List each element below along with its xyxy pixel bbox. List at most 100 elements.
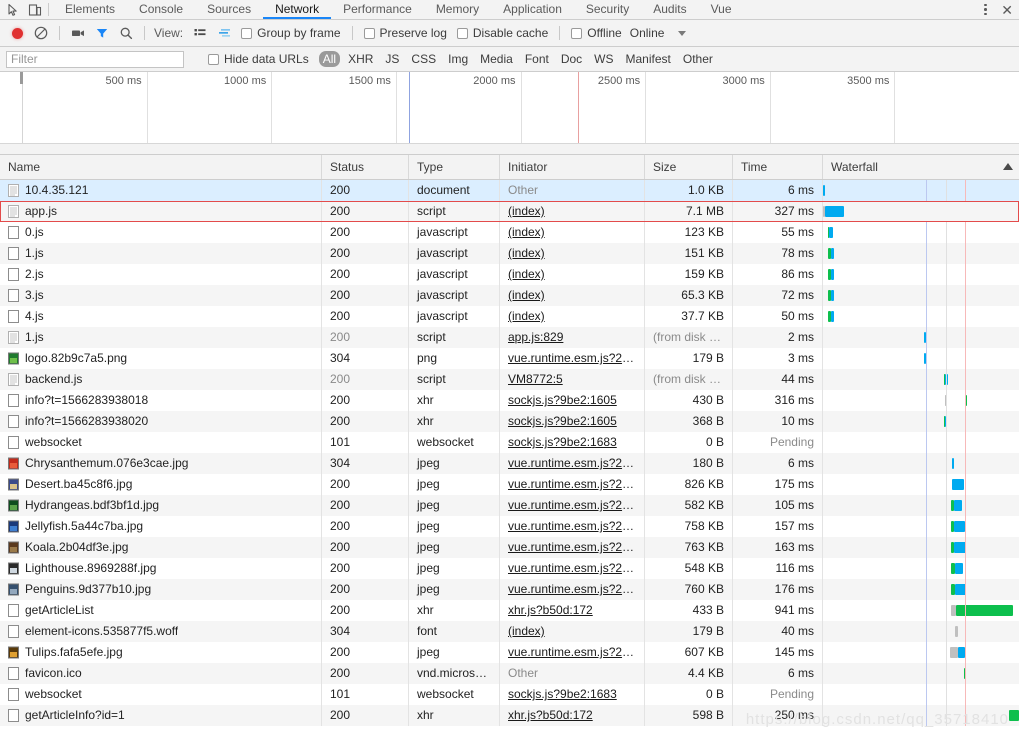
cell-waterfall[interactable] <box>823 621 1019 642</box>
initiator-link[interactable]: (index) <box>508 204 545 218</box>
initiator-link[interactable]: sockjs.js?9be2:1605 <box>508 414 617 428</box>
cell-initiator[interactable]: xhr.js?b50d:172 <box>500 600 645 621</box>
table-row[interactable]: 4.js 200 javascript (index) 37.7 KB 50 ms <box>0 306 1019 327</box>
cell-initiator[interactable]: sockjs.js?9be2:1683 <box>500 432 645 453</box>
cell-waterfall[interactable] <box>823 243 1019 264</box>
cell-name[interactable]: 4.js <box>0 306 322 327</box>
network-overview-timeline[interactable]: 500 ms 1000 ms 1500 ms 2000 ms 2500 ms 3000 m… <box>0 72 1019 155</box>
cell-name[interactable]: getArticleInfo?id=1 <box>0 705 322 726</box>
cell-waterfall[interactable] <box>823 495 1019 516</box>
filter-type-xhr[interactable]: XHR <box>344 51 377 67</box>
preserve-log-checkbox[interactable]: Preserve log <box>360 26 451 40</box>
cell-name[interactable]: Jellyfish.5a44c7ba.jpg <box>0 516 322 537</box>
cell-initiator[interactable]: sockjs.js?9be2:1605 <box>500 411 645 432</box>
waterfall-view-icon[interactable] <box>213 22 235 44</box>
table-row[interactable]: info?t=1566283938020 200 xhr sockjs.js?9be2… <box>0 411 1019 432</box>
cell-waterfall[interactable] <box>823 222 1019 243</box>
cell-waterfall[interactable] <box>823 642 1019 663</box>
cell-name[interactable]: Hydrangeas.bdf3bf1d.jpg <box>0 495 322 516</box>
disable-cache-box[interactable] <box>456 27 468 39</box>
group-by-frame-box[interactable] <box>241 27 253 39</box>
table-row[interactable]: getArticleList 200 xhr xhr.js?b50d:172 433 B… <box>0 600 1019 621</box>
tab-sources[interactable]: Sources <box>195 0 263 19</box>
funnel-icon[interactable] <box>91 22 113 44</box>
cell-initiator[interactable]: (index) <box>500 264 645 285</box>
column-header-waterfall[interactable]: Waterfall <box>823 155 1019 179</box>
cell-name[interactable]: Koala.2b04df3e.jpg <box>0 537 322 558</box>
table-row[interactable]: element-icons.535877f5.woff 304 font (index… <box>0 621 1019 642</box>
disable-cache-checkbox[interactable]: Disable cache <box>453 26 552 40</box>
initiator-link[interactable]: vue.runtime.esm.js?2b0e:... <box>508 561 644 575</box>
cell-waterfall[interactable] <box>823 432 1019 453</box>
cell-waterfall[interactable] <box>823 264 1019 285</box>
table-row[interactable]: Penguins.9d377b10.jpg 200 jpeg vue.runtime.… <box>0 579 1019 600</box>
table-row[interactable]: websocket 101 websocket sockjs.js?9be2:1683… <box>0 684 1019 705</box>
cell-name[interactable]: 10.4.35.121 <box>0 180 322 201</box>
offline-checkbox[interactable]: Offline <box>567 26 625 40</box>
initiator-link[interactable]: (index) <box>508 624 545 638</box>
tab-network[interactable]: Network <box>263 0 332 19</box>
cell-waterfall[interactable] <box>823 558 1019 579</box>
cell-waterfall[interactable] <box>823 600 1019 621</box>
cell-initiator[interactable]: sockjs.js?9be2:1605 <box>500 390 645 411</box>
cell-waterfall[interactable] <box>823 663 1019 684</box>
column-header-status[interactable]: Status <box>322 155 409 179</box>
cell-name[interactable]: 1.js <box>0 327 322 348</box>
initiator-link[interactable]: (index) <box>508 267 545 281</box>
table-row[interactable]: logo.82b9c7a5.png 304 png vue.runtime.esm.j… <box>0 348 1019 369</box>
initiator-link[interactable]: vue.runtime.esm.js?2b0e:... <box>508 498 644 512</box>
initiator-link[interactable]: sockjs.js?9be2:1605 <box>508 393 617 407</box>
cell-initiator[interactable]: vue.runtime.esm.js?2b0e:... <box>500 474 645 495</box>
cell-waterfall[interactable] <box>823 453 1019 474</box>
camera-icon[interactable] <box>67 22 89 44</box>
table-row[interactable]: 10.4.35.121 200 document Other 1.0 KB 6 ms <box>0 180 1019 201</box>
initiator-link[interactable]: vue.runtime.esm.js?2b0e:... <box>508 477 644 491</box>
table-row[interactable]: 1.js 200 script app.js:829 (from disk ca... 2… <box>0 327 1019 348</box>
cell-initiator[interactable]: app.js:829 <box>500 327 645 348</box>
initiator-link[interactable]: xhr.js?b50d:172 <box>508 708 593 722</box>
cell-waterfall[interactable] <box>823 684 1019 705</box>
column-header-initiator[interactable]: Initiator <box>500 155 645 179</box>
record-icon[interactable] <box>6 22 28 44</box>
cell-initiator[interactable]: (index) <box>500 306 645 327</box>
initiator-link[interactable]: (index) <box>508 309 545 323</box>
tab-console[interactable]: Console <box>127 0 195 19</box>
overview-scrollbar-track[interactable] <box>0 143 1019 154</box>
column-header-size[interactable]: Size <box>645 155 733 179</box>
group-by-frame-checkbox[interactable]: Group by frame <box>237 26 344 40</box>
cell-initiator[interactable]: (index) <box>500 222 645 243</box>
cell-waterfall[interactable] <box>823 516 1019 537</box>
table-row[interactable]: Chrysanthemum.076e3cae.jpg 304 jpeg vue.run… <box>0 453 1019 474</box>
tab-vue[interactable]: Vue <box>699 0 744 19</box>
chevron-down-icon[interactable] <box>678 30 687 36</box>
overview-window-left-grip[interactable] <box>20 72 23 84</box>
cell-initiator[interactable]: VM8772:5 <box>500 369 645 390</box>
cell-initiator[interactable]: vue.runtime.esm.js?2b0e:... <box>500 642 645 663</box>
cell-waterfall[interactable] <box>823 537 1019 558</box>
initiator-link[interactable]: vue.runtime.esm.js?2b0e:... <box>508 540 644 554</box>
initiator-link[interactable]: xhr.js?b50d:172 <box>508 603 593 617</box>
sort-ascending-icon[interactable] <box>1003 163 1013 170</box>
table-row[interactable]: Jellyfish.5a44c7ba.jpg 200 jpeg vue.runtime… <box>0 516 1019 537</box>
tab-performance[interactable]: Performance <box>331 0 424 19</box>
cell-name[interactable]: Tulips.fafa5efe.jpg <box>0 642 322 663</box>
tab-memory[interactable]: Memory <box>424 0 491 19</box>
cell-initiator[interactable]: (index) <box>500 243 645 264</box>
cell-name[interactable]: info?t=1566283938020 <box>0 411 322 432</box>
search-icon[interactable] <box>115 22 137 44</box>
cell-initiator[interactable]: vue.runtime.esm.js?2b0e:... <box>500 558 645 579</box>
cell-waterfall[interactable] <box>823 306 1019 327</box>
offline-box[interactable] <box>571 27 583 39</box>
initiator-link[interactable]: (index) <box>508 225 545 239</box>
initiator-link[interactable]: vue.runtime.esm.js?2b0e:... <box>508 456 644 470</box>
table-row[interactable]: websocket 101 websocket sockjs.js?9be2:1683… <box>0 432 1019 453</box>
cell-name[interactable]: 1.js <box>0 243 322 264</box>
preserve-log-box[interactable] <box>363 27 375 39</box>
initiator-link[interactable]: vue.runtime.esm.js?2b0e:... <box>508 351 644 365</box>
table-row[interactable]: app.js 200 script (index) 7.1 MB 327 ms <box>0 201 1019 222</box>
cell-initiator[interactable]: vue.runtime.esm.js?2b0e:... <box>500 579 645 600</box>
initiator-link[interactable]: vue.runtime.esm.js?2b0e:... <box>508 519 644 533</box>
table-row[interactable]: 3.js 200 javascript (index) 65.3 KB 72 ms <box>0 285 1019 306</box>
table-row[interactable]: getArticleInfo?id=1 200 xhr xhr.js?b50d:172… <box>0 705 1019 726</box>
cell-name[interactable]: info?t=1566283938018 <box>0 390 322 411</box>
